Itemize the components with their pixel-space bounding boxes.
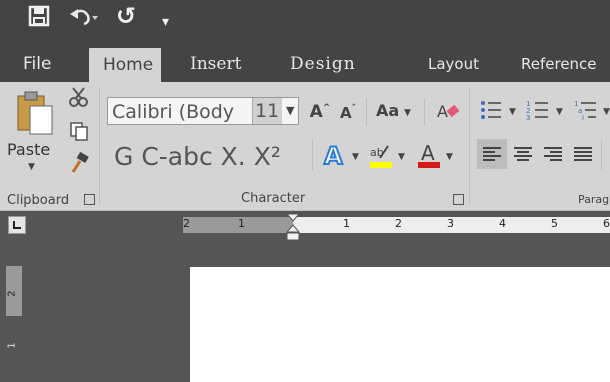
numbering-icon[interactable]: 123	[526, 98, 552, 122]
clipboard-group-label: Clipboard	[7, 193, 70, 208]
change-case-dropdown-icon[interactable]: ▼	[404, 108, 411, 118]
customize-quick-access-icon[interactable]: ▾	[162, 9, 174, 35]
ruler-label: 3	[447, 217, 454, 230]
tab-layout[interactable]: Layout	[428, 46, 479, 82]
document-page[interactable]	[190, 267, 610, 357]
bullets-icon[interactable]	[479, 98, 505, 122]
ruler-label: 2	[183, 217, 190, 230]
copy-icon[interactable]	[68, 120, 90, 142]
page-bottom-strip	[190, 357, 610, 382]
paste-dropdown-icon[interactable]: ▼	[28, 162, 35, 172]
align-right-icon[interactable]	[540, 139, 566, 169]
horizontal-ruler[interactable]: 2 1 1 2 3 4 5 6	[183, 217, 610, 233]
ruler-label: 5	[551, 217, 558, 230]
undo-icon[interactable]	[68, 4, 98, 30]
svg-text:A: A	[437, 102, 448, 121]
save-icon[interactable]	[28, 5, 50, 29]
ruler-label: 1	[238, 217, 245, 230]
ruler-label: 1	[343, 217, 350, 230]
divider	[469, 88, 470, 204]
character-group-label: Character	[241, 191, 306, 206]
vertical-ruler[interactable]: 2 1	[6, 266, 22, 356]
redo-icon[interactable]: ↺	[116, 3, 140, 29]
title-bar: ↺ ▾	[0, 0, 610, 46]
tab-file[interactable]: File	[23, 46, 51, 82]
font-name-value[interactable]: Calibri (Body	[112, 101, 234, 123]
align-left-icon[interactable]	[477, 139, 507, 169]
ribbon: Paste ▼ Clipboard Calibri (Body 11 ▼ A ^ …	[0, 82, 610, 211]
divider	[312, 140, 313, 170]
shrink-font-icon[interactable]: Aˇ	[337, 102, 359, 124]
multilevel-list-icon[interactable]: 1ai	[574, 98, 600, 122]
font-name-combo[interactable]: Calibri (Body 11 ▼	[107, 97, 299, 125]
highlight-dropdown-icon[interactable]: ▼	[398, 152, 405, 162]
tab-home[interactable]: Home	[89, 48, 161, 82]
cut-icon[interactable]	[68, 86, 90, 108]
ruler-label: 6	[603, 217, 610, 230]
svg-text:A: A	[324, 142, 343, 170]
bullets-dropdown-icon[interactable]: ▼	[509, 107, 516, 117]
paste-icon[interactable]	[14, 90, 58, 138]
justify-icon[interactable]	[570, 139, 596, 169]
numbering-dropdown-icon[interactable]: ▼	[556, 107, 563, 117]
ruler-label: 4	[499, 217, 506, 230]
text-effects-dropdown-icon[interactable]: ▼	[352, 152, 359, 162]
ruler-label: 2	[395, 217, 402, 230]
grow-font-icon[interactable]: A ^	[309, 101, 331, 123]
text-formatting-buttons[interactable]: G C-abc X. X²	[114, 142, 281, 171]
tab-references[interactable]: Reference	[521, 46, 597, 82]
svg-text:A: A	[421, 141, 435, 165]
character-launcher-icon[interactable]	[453, 194, 464, 205]
divider	[99, 88, 100, 204]
clipboard-launcher-icon[interactable]	[84, 194, 95, 205]
paragraph-group-label: Parag	[578, 193, 610, 206]
paste-button-label[interactable]: Paste	[7, 140, 50, 159]
svg-text:3: 3	[526, 114, 530, 122]
change-case-button[interactable]: Aa	[376, 101, 399, 120]
highlight-color-icon[interactable]: ab	[368, 140, 394, 170]
clear-formatting-icon[interactable]: A	[436, 100, 462, 124]
ruler-bar: 2 1 1 2 3 4 5 6	[0, 211, 610, 241]
font-size-value[interactable]: 11	[252, 98, 282, 124]
font-size-dropdown-icon[interactable]: ▼	[286, 104, 294, 117]
indent-marker-icon[interactable]	[285, 213, 301, 241]
divider	[366, 98, 367, 126]
ribbon-tab-row: File Home Insert Design Layout Reference	[0, 46, 610, 82]
multilevel-dropdown-icon[interactable]: ▼	[603, 107, 610, 117]
tab-insert[interactable]: Insert	[190, 46, 241, 82]
vertical-ruler-margin	[6, 316, 22, 356]
align-center-icon[interactable]	[510, 139, 536, 169]
font-color-dropdown-icon[interactable]: ▼	[446, 152, 453, 162]
document-left-margin	[0, 241, 190, 382]
divider	[601, 140, 602, 170]
divider	[424, 98, 425, 126]
tab-selector-icon[interactable]	[8, 216, 26, 234]
document-top-margin	[190, 241, 610, 267]
tab-design[interactable]: Design	[290, 46, 356, 82]
svg-text:i: i	[582, 114, 584, 122]
text-effects-icon[interactable]: A	[320, 140, 350, 170]
vertical-ruler-label: 2	[6, 290, 18, 297]
format-painter-icon[interactable]	[68, 152, 90, 174]
vertical-ruler-label: 1	[6, 342, 18, 349]
font-color-icon[interactable]: A	[416, 140, 442, 170]
